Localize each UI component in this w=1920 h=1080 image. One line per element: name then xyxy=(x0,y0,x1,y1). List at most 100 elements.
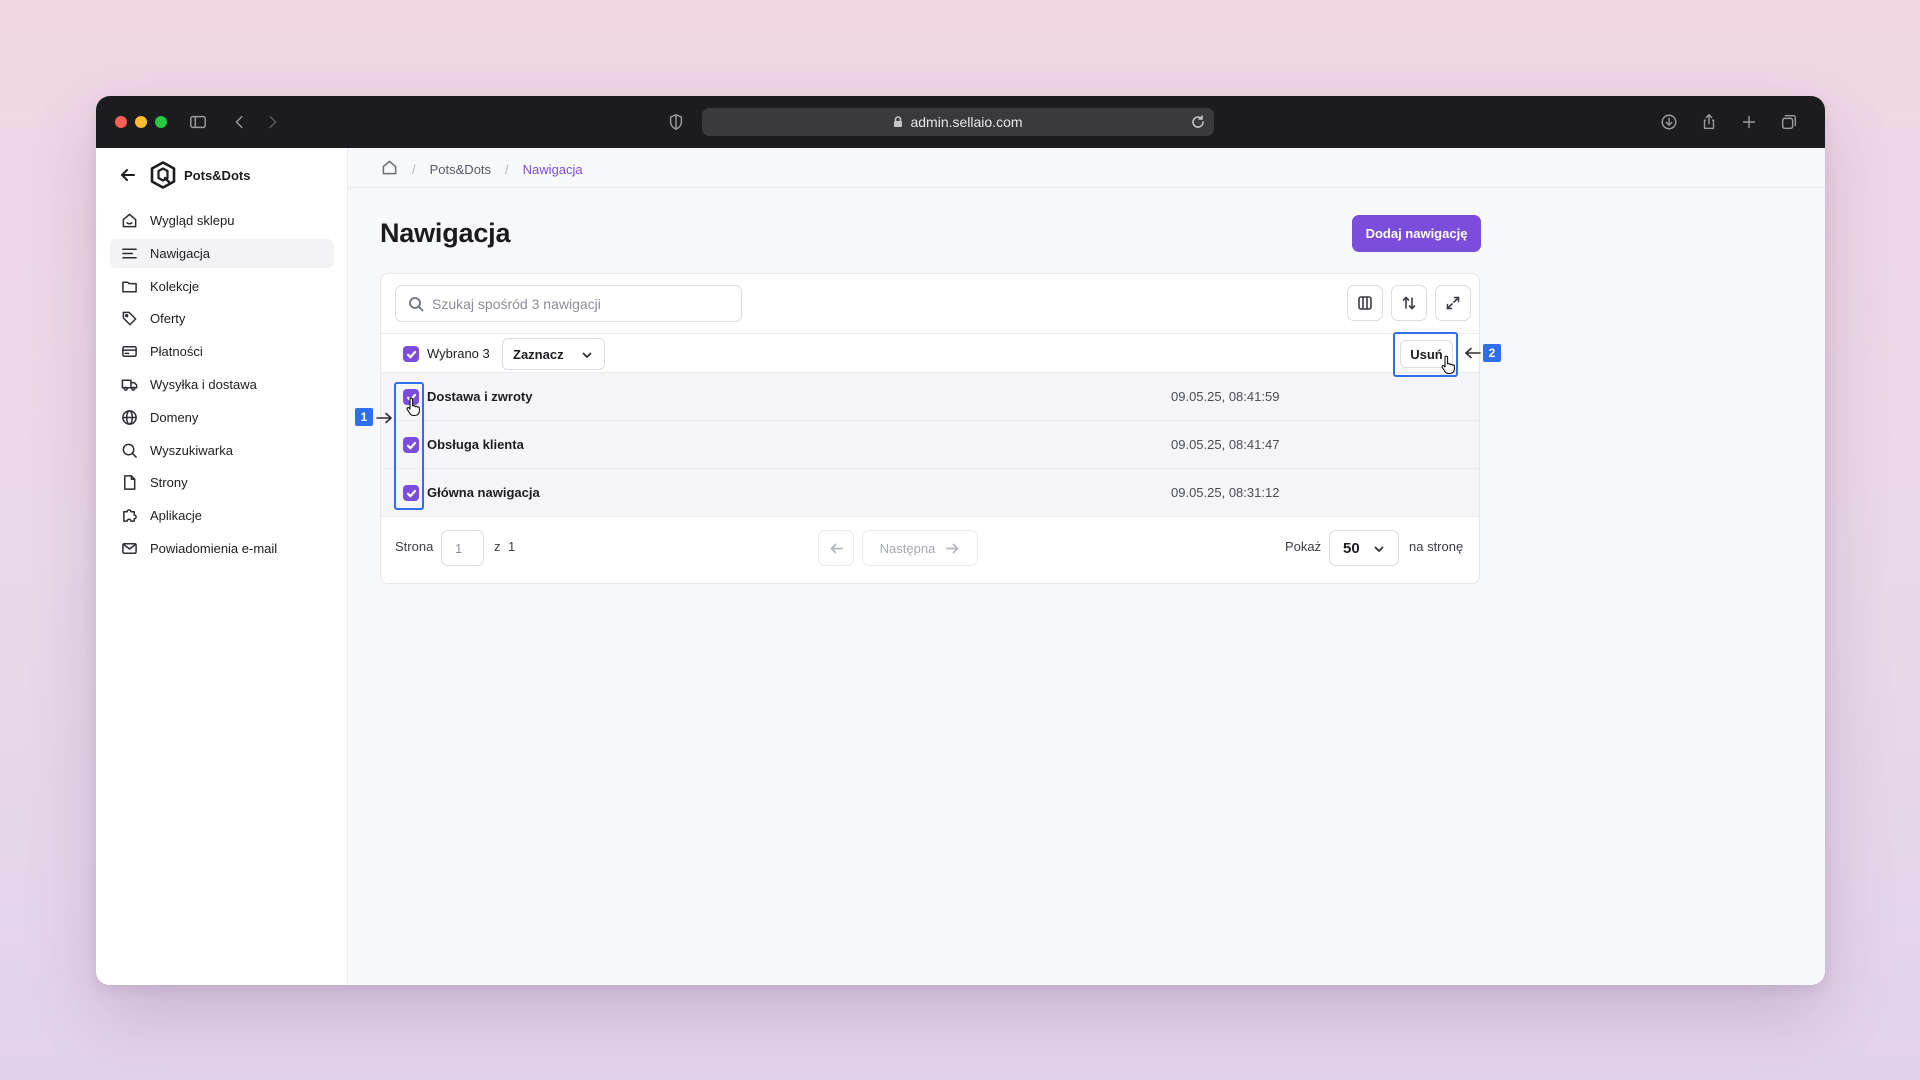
sidebar-item-label: Oferty xyxy=(150,311,186,327)
zoom-window-button[interactable] xyxy=(155,116,167,128)
sidebar-item-label: Domeny xyxy=(150,409,199,425)
privacy-shield-icon[interactable] xyxy=(666,112,686,132)
next-page-button[interactable]: Następna xyxy=(862,530,978,566)
bulk-actions-bar: Wybrano 3 Zaznacz Usuń xyxy=(381,333,1479,373)
fullscreen-button[interactable] xyxy=(1435,285,1471,321)
back-arrow-icon[interactable] xyxy=(118,165,138,185)
add-navigation-button[interactable]: Dodaj nawigację xyxy=(1352,215,1481,252)
annotation-arrow-right-icon xyxy=(376,411,394,425)
sidebar-item-label: Wysyłka i dostawa xyxy=(150,376,257,392)
sidebar-item-email-notifications[interactable]: Powiadomienia e-mail xyxy=(110,534,334,563)
breadcrumb-current: Nawigacja xyxy=(522,161,583,177)
sidebar-nav: Wygląd sklepu Nawigacja Kolekcje Oferty … xyxy=(110,206,334,567)
sidebar-item-store-appearance[interactable]: Wygląd sklepu xyxy=(110,206,334,235)
search-input[interactable]: Szukaj spośród 3 nawigacji xyxy=(395,285,742,322)
folder-icon xyxy=(120,277,138,295)
annotation-arrow-left-icon xyxy=(1463,346,1481,360)
search-icon xyxy=(408,296,424,312)
next-page-label: Następna xyxy=(879,540,936,556)
credit-card-icon xyxy=(120,343,138,361)
page-number-input[interactable]: 1 xyxy=(441,530,484,566)
sidebar-item-label: Strony xyxy=(150,475,188,491)
sidebar-item-offers[interactable]: Oferty xyxy=(110,304,334,333)
sidebar-item-shipping[interactable]: Wysyłka i dostawa xyxy=(110,370,334,399)
main-content: / Pots&Dots / Nawigacja Nawigacja Dodaj … xyxy=(349,148,1825,985)
sidebar-item-navigation[interactable]: Nawigacja xyxy=(110,238,334,268)
annotation-badge-1: 1 xyxy=(355,408,373,426)
per-page-suffix: na stronę xyxy=(1409,539,1464,554)
share-icon[interactable] xyxy=(1699,112,1719,132)
select-dropdown[interactable]: Zaznacz xyxy=(502,338,605,370)
page-title: Nawigacja xyxy=(380,218,511,248)
close-window-button[interactable] xyxy=(115,116,127,128)
breadcrumb-bar: / Pots&Dots / Nawigacja xyxy=(349,148,1825,188)
back-icon[interactable] xyxy=(230,112,250,132)
sidebar-item-payments[interactable]: Płatności xyxy=(110,337,334,366)
sidebar-item-label: Aplikacje xyxy=(150,508,203,524)
url-text: admin.sellaio.com xyxy=(910,114,1023,130)
forward-icon[interactable] xyxy=(262,112,282,132)
reload-icon[interactable] xyxy=(1190,114,1206,130)
sort-arrows-icon xyxy=(1402,296,1416,310)
navigation-table-card: Szukaj spośród 3 nawigacji Wybrano 3 Zaz… xyxy=(380,273,1480,584)
sidebar-item-label: Wyszukiwarka xyxy=(150,442,233,458)
previous-page-button[interactable] xyxy=(818,530,854,566)
expand-icon xyxy=(1446,296,1460,310)
row-title[interactable]: Główna nawigacja xyxy=(427,485,540,500)
new-tab-icon[interactable] xyxy=(1739,112,1759,132)
total-pages: 1 xyxy=(508,539,516,554)
truck-icon xyxy=(120,375,138,393)
search-icon xyxy=(120,441,138,459)
minimize-window-button[interactable] xyxy=(135,116,147,128)
browser-toolbar: admin.sellaio.com xyxy=(96,96,1825,148)
chevron-down-icon xyxy=(580,348,594,362)
storefront-icon xyxy=(120,212,138,230)
annotation-badge-2: 2 xyxy=(1483,344,1501,362)
per-page-select[interactable]: 50 xyxy=(1329,530,1399,566)
row-date: 09.05.25, 08:41:47 xyxy=(1171,437,1280,452)
table-row[interactable]: Obsługa klienta 09.05.25, 08:41:47 xyxy=(381,421,1479,469)
columns-button[interactable] xyxy=(1347,285,1383,321)
page-label: Strona xyxy=(395,539,434,554)
sort-button[interactable] xyxy=(1391,285,1427,321)
sidebar-item-label: Nawigacja xyxy=(150,245,210,261)
table-row[interactable]: Główna nawigacja 09.05.25, 08:31:12 xyxy=(381,469,1479,517)
per-page-value: 50 xyxy=(1343,539,1360,557)
row-title[interactable]: Obsługa klienta xyxy=(427,437,524,452)
address-bar[interactable]: admin.sellaio.com xyxy=(702,108,1214,136)
sidebar-item-collections[interactable]: Kolekcje xyxy=(110,272,334,301)
sidebar-item-search-engine[interactable]: Wyszukiwarka xyxy=(110,436,334,465)
tag-icon xyxy=(120,310,138,328)
sidebar: Pots&Dots Wygląd sklepu Nawigacja Kolekc… xyxy=(96,148,348,985)
row-title[interactable]: Dostawa i zwroty xyxy=(427,389,532,404)
page-icon xyxy=(120,474,138,492)
mail-icon xyxy=(120,539,138,557)
navigation-list: Dostawa i zwroty 09.05.25, 08:41:59 Obsł… xyxy=(381,373,1479,517)
arrow-right-icon xyxy=(946,543,959,553)
select-dropdown-label: Zaznacz xyxy=(513,346,564,362)
sidebar-item-label: Wygląd sklepu xyxy=(150,213,235,228)
browser-window: admin.sellaio.com Pots&Dots Wygląd sklep… xyxy=(96,96,1825,985)
sidebar-item-pages[interactable]: Strony xyxy=(110,468,334,497)
breadcrumb-store[interactable]: Pots&Dots xyxy=(430,162,491,177)
hand-cursor-icon xyxy=(1441,355,1455,375)
admin-app: Pots&Dots Wygląd sklepu Nawigacja Kolekc… xyxy=(96,148,1825,985)
breadcrumb-separator: / xyxy=(505,161,509,177)
row-date: 09.05.25, 08:31:12 xyxy=(1171,485,1280,500)
tab-overview-icon[interactable] xyxy=(1779,112,1799,132)
globe-icon xyxy=(120,408,138,426)
sidebar-item-domains[interactable]: Domeny xyxy=(110,403,334,432)
downloads-icon[interactable] xyxy=(1659,112,1679,132)
select-all-checkbox[interactable] xyxy=(403,346,419,362)
breadcrumb: / Pots&Dots / Nawigacja xyxy=(381,159,583,179)
sidebar-item-apps[interactable]: Aplikacje xyxy=(110,501,334,530)
check-icon xyxy=(406,350,416,358)
window-controls xyxy=(115,116,167,128)
store-logo-icon xyxy=(150,161,176,189)
table-row[interactable]: Dostawa i zwroty 09.05.25, 08:41:59 xyxy=(381,373,1479,421)
arrow-left-icon xyxy=(830,543,843,553)
sidebar-toggle-icon[interactable] xyxy=(188,112,208,132)
sidebar-item-label: Powiadomienia e-mail xyxy=(150,540,278,556)
store-name[interactable]: Pots&Dots xyxy=(184,168,250,183)
home-icon[interactable] xyxy=(381,159,398,179)
